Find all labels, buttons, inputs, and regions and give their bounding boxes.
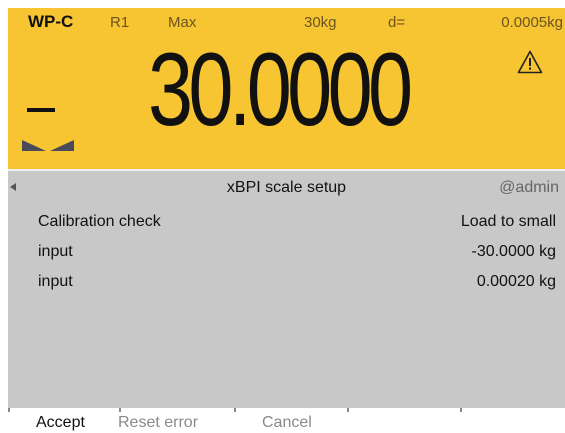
list-item: input -30.0000 kg xyxy=(8,235,565,265)
softkey-divider xyxy=(234,408,236,412)
max-capacity: 30kg xyxy=(304,14,337,31)
warning-triangle-icon xyxy=(517,50,543,74)
softkey-divider xyxy=(8,408,10,412)
input-value: -30.0000 kg xyxy=(471,243,556,260)
weight-value: 30.0000 xyxy=(148,32,413,148)
softkey-bar: Accept Reset error Cancel xyxy=(8,408,565,433)
accept-button[interactable]: Accept xyxy=(36,414,85,432)
readability-value: 0.0005kg xyxy=(501,14,563,31)
input-value: 0.00020 kg xyxy=(476,273,556,290)
cancel-button[interactable]: Cancel xyxy=(262,414,312,432)
balance-id: WP-C xyxy=(28,12,74,31)
input-label: input xyxy=(38,273,73,290)
stability-indicator-icon xyxy=(22,140,74,151)
max-label: Max xyxy=(168,14,197,31)
softkey-divider xyxy=(347,408,349,412)
setup-panel: Calibration check Load to small input -3… xyxy=(8,203,565,408)
menu-title-bar: xBPI scale setup @admin xyxy=(8,169,565,203)
negative-sign xyxy=(27,108,55,112)
readability-label: d= xyxy=(388,14,406,31)
weight-display: WP-C R1 Max 30kg d= 0.0005kg 30.0000 xyxy=(8,8,565,169)
list-item: Calibration check Load to small xyxy=(8,205,565,235)
softkey-divider xyxy=(460,408,462,412)
scale-screen: WP-C R1 Max 30kg d= 0.0005kg 30.0000 xBP… xyxy=(8,8,565,433)
input-label: input xyxy=(38,243,73,260)
user-label: @admin xyxy=(499,179,559,196)
softkey-divider xyxy=(119,408,121,412)
reset-error-button[interactable]: Reset error xyxy=(118,414,198,432)
calibration-check-status: Load to small xyxy=(460,213,556,230)
calibration-check-label: Calibration check xyxy=(38,213,161,230)
list-item: input 0.00020 kg xyxy=(8,265,565,295)
page-title: xBPI scale setup xyxy=(226,179,347,196)
range-indicator: R1 xyxy=(110,14,130,31)
